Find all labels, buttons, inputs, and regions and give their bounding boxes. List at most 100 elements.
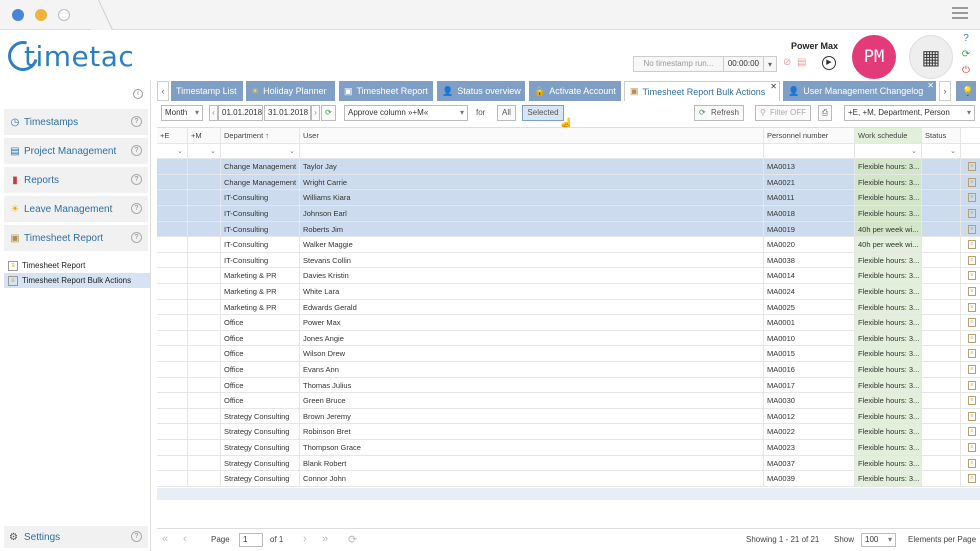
- timesheet-icon[interactable]: ≡: [968, 458, 976, 468]
- tab-timestamp-list[interactable]: Timestamp List: [171, 81, 243, 101]
- tab-scroll-right-icon[interactable]: ›: [939, 81, 951, 101]
- building-icon[interactable]: ▦: [909, 35, 953, 79]
- power-icon[interactable]: ⏻: [960, 65, 972, 77]
- timesheet-icon[interactable]: ≡: [968, 240, 976, 250]
- page-input[interactable]: 1: [239, 533, 263, 547]
- filter-status[interactable]: ⌄: [922, 143, 961, 159]
- help-icon[interactable]: ?: [131, 531, 142, 542]
- help-icon[interactable]: ?: [131, 203, 142, 214]
- sidebar-item-timesheet-report[interactable]: ▣ Timesheet Report ?: [4, 225, 148, 251]
- last-page-icon[interactable]: »: [322, 533, 328, 545]
- sidebar-item-leave-management[interactable]: ☀ Leave Management ?: [4, 196, 148, 222]
- help-icon[interactable]: ?: [131, 174, 142, 185]
- column-header-personnel-number[interactable]: Personnel number: [764, 128, 855, 143]
- table-row[interactable]: Strategy Consulting Brown Jeremy MA0012 Fle…: [157, 408, 980, 425]
- note-icon[interactable]: ▤: [797, 57, 807, 69]
- print-icon[interactable]: ⎙: [818, 105, 832, 121]
- column-header-department[interactable]: Department ↑: [221, 128, 300, 143]
- table-row[interactable]: Office Thomas Julius MA0017 Flexible hours:…: [157, 377, 980, 394]
- filter-off-button[interactable]: ⚲ Filter OFF: [755, 105, 811, 121]
- window-maximize-button[interactable]: [58, 9, 70, 21]
- stop-icon[interactable]: ⊘: [783, 57, 793, 69]
- timesheet-icon[interactable]: ≡: [968, 302, 976, 312]
- table-row[interactable]: Office Jones Angie MA0010 Flexible hours: 3…: [157, 330, 980, 347]
- table-row[interactable]: Office Power Max MA0001 Flexible hours: 3..…: [157, 315, 980, 331]
- table-row[interactable]: Marketing & PR Davies Kristin MA0014 Flexib…: [157, 268, 980, 284]
- timesheet-icon[interactable]: ≡: [968, 427, 976, 437]
- table-row[interactable]: Office Green Bruce MA0030 Flexible hours: 3…: [157, 393, 980, 409]
- action-select[interactable]: Approve column »+M« ▾: [344, 105, 468, 121]
- tab-activate-account[interactable]: 🔒 Activate Account: [529, 81, 621, 101]
- close-tab-icon[interactable]: ✕: [770, 82, 777, 91]
- column-header-work-schedule[interactable]: Work schedule: [855, 128, 922, 143]
- tab-timesheet-report-bulk-actions[interactable]: ▣ Timesheet Report Bulk Actions ✕: [624, 81, 780, 101]
- timesheet-icon[interactable]: ≡: [968, 365, 976, 374]
- timesheet-icon[interactable]: ≡: [968, 162, 976, 172]
- play-icon[interactable]: ▶: [822, 56, 836, 70]
- timesheet-icon[interactable]: ≡: [968, 443, 976, 452]
- table-row[interactable]: Marketing & PR Edwards Gerald MA0025 Flexib…: [157, 299, 980, 316]
- timesheet-icon[interactable]: ≡: [968, 474, 976, 484]
- table-row[interactable]: Change Management Wright Carrie MA0021 Flex…: [157, 174, 980, 191]
- table-row[interactable]: Strategy Consulting Blank Robert MA0037 Fle…: [157, 455, 980, 472]
- all-button[interactable]: All: [497, 105, 516, 121]
- timesheet-icon[interactable]: ≡: [968, 318, 976, 328]
- table-row[interactable]: IT-Consulting Walker Maggie MA0020 40h per …: [157, 237, 980, 253]
- timesheet-icon[interactable]: ≡: [968, 287, 976, 296]
- chevron-down-icon[interactable]: ▾: [764, 60, 776, 69]
- timesheet-icon[interactable]: ≡: [968, 177, 976, 187]
- sidebar-subitem-timesheet-report[interactable]: ≡ Timesheet Report: [4, 258, 150, 273]
- tab-tips[interactable]: 💡: [956, 81, 976, 101]
- table-row[interactable]: IT-Consulting Roberts Jim MA0019 40h per we…: [157, 221, 980, 238]
- timesheet-icon[interactable]: ≡: [968, 396, 976, 406]
- timesheet-icon[interactable]: ≡: [968, 271, 976, 281]
- filter-e[interactable]: ⌄: [157, 143, 188, 159]
- filter-personnel-number[interactable]: [764, 143, 855, 159]
- date-from-field[interactable]: 01.01.2018: [218, 105, 263, 121]
- filter-user[interactable]: [300, 143, 764, 159]
- close-tab-icon[interactable]: ✕: [927, 81, 934, 90]
- timesheet-icon[interactable]: ≡: [968, 193, 976, 203]
- timesheet-icon[interactable]: ≡: [968, 255, 976, 265]
- help-icon[interactable]: ?: [131, 232, 142, 243]
- table-row[interactable]: IT-Consulting Stevans Collin MA0038 Flexibl…: [157, 252, 980, 269]
- sidebar-item-timestamps[interactable]: ◷ Timestamps ?: [4, 109, 148, 135]
- timestamp-selector[interactable]: No timestamp run... 00:00:00 ▾: [633, 56, 777, 72]
- help-icon[interactable]: ?: [131, 116, 142, 127]
- columns-select[interactable]: +E, +M, Department, Person ▾: [844, 105, 975, 121]
- sidebar-subitem-bulk-actions[interactable]: ≡ Timesheet Report Bulk Actions: [4, 273, 150, 288]
- timesheet-icon[interactable]: ≡: [968, 209, 976, 218]
- timesheet-icon[interactable]: ≡: [968, 224, 976, 234]
- sidebar-item-settings[interactable]: ⚙ Settings ?: [4, 526, 148, 548]
- per-page-select[interactable]: 100 ▾: [861, 533, 896, 547]
- refresh-button[interactable]: ⟳ Refresh: [694, 105, 744, 121]
- tab-timesheet-report[interactable]: ▣ Timesheet Report: [339, 81, 433, 101]
- sidebar-item-reports[interactable]: ▮ Reports ?: [4, 167, 148, 193]
- date-to-field[interactable]: 31.01.2018: [264, 105, 311, 121]
- sidebar-item-project-management[interactable]: ▤ Project Management ?: [4, 138, 148, 164]
- timesheet-icon[interactable]: ≡: [968, 411, 976, 421]
- table-row[interactable]: Strategy Consulting Connor John MA0039 Flex…: [157, 471, 980, 487]
- previous-page-icon[interactable]: ‹: [183, 533, 187, 545]
- column-header-user[interactable]: User: [300, 128, 764, 143]
- table-row[interactable]: Marketing & PR White Lara MA0024 Flexible h…: [157, 284, 980, 300]
- timesheet-icon[interactable]: ≡: [968, 349, 976, 359]
- column-header-m[interactable]: +M: [188, 128, 221, 143]
- column-header-status[interactable]: Status: [922, 128, 961, 143]
- next-page-icon[interactable]: ›: [303, 533, 307, 545]
- previous-period-button[interactable]: ‹: [209, 105, 218, 121]
- window-minimize-button[interactable]: [35, 9, 47, 21]
- hamburger-menu-icon[interactable]: [952, 7, 968, 22]
- next-period-button[interactable]: ›: [311, 105, 320, 121]
- table-row[interactable]: Office Wilson Drew MA0015 Flexible hours: 3…: [157, 346, 980, 362]
- reload-icon[interactable]: ⟳: [348, 533, 357, 546]
- filter-m[interactable]: ⌄: [188, 143, 221, 159]
- timetac-logo[interactable]: timetac: [2, 35, 134, 77]
- table-row[interactable]: Strategy Consulting Thompson Grace MA0023 F…: [157, 440, 980, 456]
- table-row[interactable]: IT-Consulting Johnson Earl MA0018 Flexible …: [157, 206, 980, 222]
- tab-holiday-planner[interactable]: ☀ Holiday Planner: [246, 81, 335, 101]
- help-icon[interactable]: ?: [960, 33, 972, 45]
- timesheet-icon[interactable]: ≡: [968, 333, 976, 343]
- filter-work-schedule[interactable]: ⌄: [855, 143, 922, 159]
- first-page-icon[interactable]: «: [162, 533, 168, 545]
